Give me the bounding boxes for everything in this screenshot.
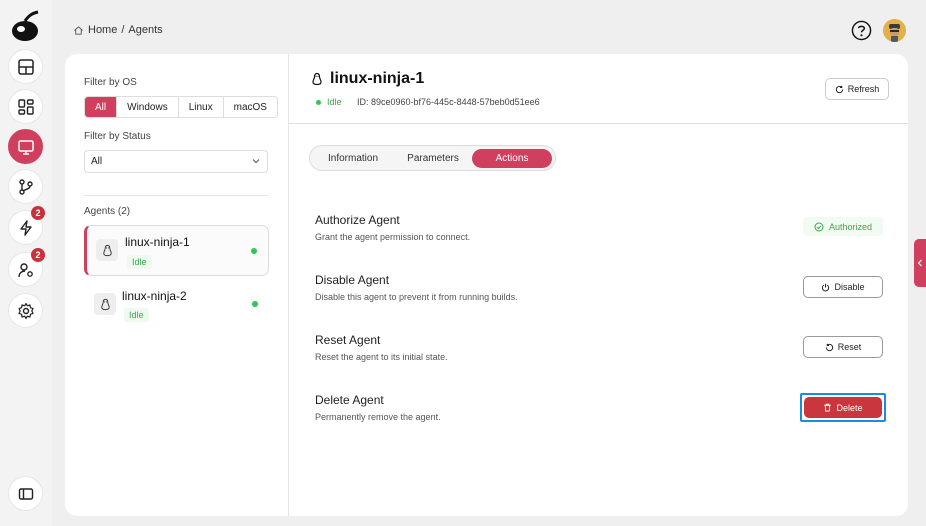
monitor-icon [17,139,34,155]
filter-status-label: Filter by Status [84,131,151,142]
lightning-icon [19,219,32,236]
os-filter-macos[interactable]: macOS [224,97,277,117]
detail-tabs: Information Parameters Actions [309,145,556,171]
authorized-badge: Authorized [803,217,883,236]
os-filter-all[interactable]: All [85,97,118,117]
tab-parameters[interactable]: Parameters [394,149,472,168]
agent-title-text: linux-ninja-1 [330,70,425,87]
authorize-agent-desc: Grant the agent permission to connect. [315,232,471,242]
nav-rail: 2 2 [0,0,52,526]
os-filter-linux[interactable]: Linux [179,97,224,117]
users-nav-button[interactable]: 2 [8,248,45,287]
reset-icon [825,343,833,351]
online-indicator [251,248,257,254]
breadcrumb-current: Agents [128,24,163,36]
refresh-icon [835,85,843,93]
breadcrumb-home-link[interactable]: Home [88,24,117,36]
sidebar-toggle-icon [18,487,33,500]
agent-list-item[interactable]: linux-ninja-2 Idle [84,281,269,332]
tab-actions[interactable]: Actions [472,149,552,168]
reset-label: Reset [837,342,862,352]
delete-agent-title: Delete Agent [315,393,384,407]
linux-penguin-icon [100,298,110,310]
users-badge: 2 [31,248,45,262]
filter-divider [84,195,268,196]
agent-status: Idle [316,97,342,107]
events-badge: 2 [31,206,45,220]
git-branch-icon [18,178,33,195]
os-filter-windows[interactable]: Windows [117,97,179,117]
reset-button[interactable]: Reset [803,336,883,358]
linux-penguin-icon [312,72,322,86]
disable-label: Disable [834,282,865,292]
tab-information[interactable]: Information [316,149,390,168]
dashboard-nav-button[interactable] [8,49,43,84]
delete-label: Delete [836,402,863,413]
agents-nav-button[interactable] [8,129,43,164]
disable-button[interactable]: Disable [803,276,883,298]
collapse-sidebar-button[interactable] [8,476,43,511]
agent-list-item[interactable]: linux-ninja-1 Idle [84,225,269,276]
refresh-label: Refresh [847,84,880,94]
breadcrumb: Home / Agents [73,24,163,36]
header-divider [289,123,908,124]
layout-icon [17,58,34,75]
online-indicator [252,301,258,307]
reset-agent-desc: Reset the agent to its initial state. [315,352,448,362]
check-circle-icon [814,222,824,231]
help-icon[interactable] [851,20,872,41]
settings-nav-button[interactable] [8,293,43,328]
delete-focus-ring: Delete [800,393,886,422]
status-filter-value: All [91,156,103,167]
trash-icon [824,403,832,412]
status-filter-select[interactable]: All [84,150,268,173]
agent-status-badge: Idle [127,255,152,269]
home-icon [74,25,83,35]
authorized-label: Authorized [828,221,873,232]
delete-button[interactable]: Delete [804,397,882,418]
agent-id: ID: 89ce0960-bf76-445c-8448-57beb0d51ee6 [357,97,540,107]
grid-icon [17,98,34,115]
agent-status-badge: Idle [124,308,149,322]
os-filter-group: All Windows Linux macOS [84,96,278,118]
agent-name: linux-ninja-2 [122,289,187,303]
gear-icon [17,302,34,319]
chevron-down-icon [252,159,260,164]
events-nav-button[interactable]: 2 [8,206,45,245]
breadcrumb-separator: / [121,24,125,36]
agent-os-badge [96,239,118,261]
disable-agent-desc: Disable this agent to prevent it from ru… [315,292,518,302]
agent-status-text: Idle [327,97,342,107]
delete-agent-desc: Permanently remove the agent. [315,412,441,422]
agents-count-label: Agents (2) [84,206,131,217]
pipelines-nav-button[interactable] [8,169,43,204]
filter-os-label: Filter by OS [84,77,137,88]
power-icon [822,283,830,291]
avatar-face-icon [883,19,906,42]
chevron-left-icon [917,259,922,267]
agent-title: linux-ninja-1 [310,70,424,88]
agent-os-badge [94,293,116,315]
drawer-toggle-tab[interactable] [914,239,926,287]
reset-agent-title: Reset Agent [315,333,381,347]
widgets-nav-button[interactable] [8,89,43,124]
status-dot [316,99,321,105]
agent-name: linux-ninja-1 [125,235,190,249]
user-settings-icon [17,262,33,277]
disable-agent-title: Disable Agent [315,273,390,287]
linux-penguin-icon [102,244,112,256]
refresh-button[interactable]: Refresh [825,78,889,100]
app-logo-icon [12,10,39,41]
user-avatar[interactable] [883,19,906,42]
authorize-agent-title: Authorize Agent [315,213,400,227]
